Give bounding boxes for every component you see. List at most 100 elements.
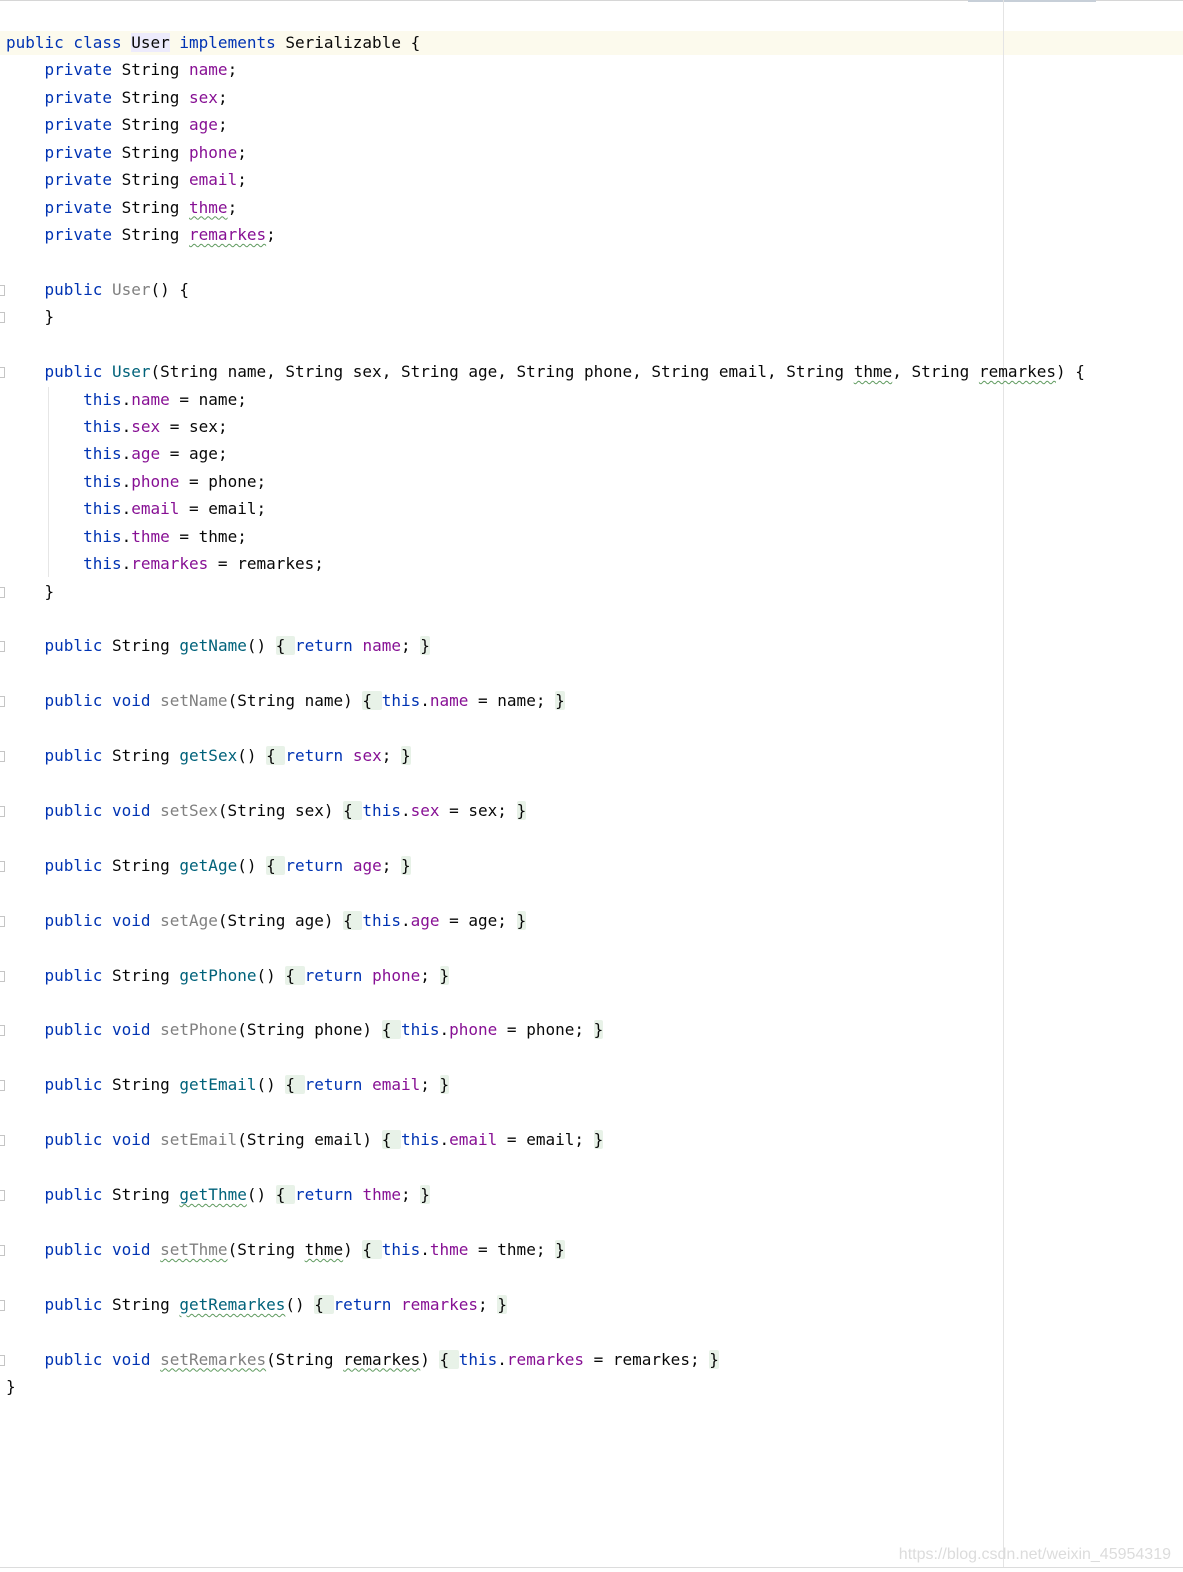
code-line[interactable]: public String getEmail() { return email;…: [6, 1073, 450, 1097]
code-token: .: [400, 801, 411, 821]
fold-marker-icon[interactable]: [0, 915, 5, 927]
code-line[interactable]: this.age = age;: [6, 442, 228, 466]
code-line[interactable]: private String age;: [6, 113, 228, 137]
code-line[interactable]: public void setRemarkes(String remarkes)…: [6, 1348, 719, 1372]
code-line[interactable]: this.thme = thme;: [6, 525, 247, 549]
code-token: String: [111, 1185, 180, 1205]
fold-marker-icon[interactable]: [0, 284, 5, 296]
code-token: ) {: [1056, 362, 1085, 382]
fold-marker-icon[interactable]: [0, 367, 5, 379]
code-line[interactable]: public String getThme() { return thme; }: [6, 1183, 430, 1207]
code-token: setPhone: [160, 1020, 238, 1040]
code-line[interactable]: public String getRemarkes() { return rem…: [6, 1293, 507, 1317]
code-line[interactable]: public void setSex(String sex) { this.se…: [6, 799, 527, 823]
code-line[interactable]: public String getName() { return name; }: [6, 634, 430, 658]
code-line[interactable]: public void setAge(String age) { this.ag…: [6, 909, 527, 933]
code-token: .: [420, 691, 430, 711]
code-line[interactable]: public class User implements Serializabl…: [6, 31, 420, 55]
code-token: thme: [362, 1185, 401, 1205]
code-line[interactable]: public void setName(String name) { this.…: [6, 689, 565, 713]
fold-marker-icon[interactable]: [0, 806, 5, 818]
code-token: remarkes: [343, 1349, 421, 1369]
code-token: getAge: [179, 855, 238, 875]
code-token: age: [352, 855, 382, 875]
code-token: getEmail: [179, 1075, 257, 1095]
code-token: }: [555, 1239, 565, 1259]
code-token: {: [439, 1349, 459, 1369]
code-token: (String: [227, 1239, 305, 1259]
code-token: = sex;: [160, 417, 228, 437]
code-line[interactable]: private String phone;: [6, 141, 247, 165]
fold-marker-icon[interactable]: [0, 1190, 5, 1202]
code-token: ): [420, 1349, 440, 1369]
code-token: String: [111, 1075, 180, 1095]
code-token: private: [6, 197, 122, 217]
fold-marker-icon[interactable]: [0, 860, 5, 872]
code-line[interactable]: private String remarkes;: [6, 223, 276, 247]
code-line[interactable]: }: [6, 305, 55, 329]
code-token: getSex: [179, 746, 238, 766]
code-token: thme: [853, 362, 893, 382]
code-token: setEmail: [160, 1130, 238, 1150]
fold-marker-icon[interactable]: [0, 751, 5, 763]
code-line[interactable]: this.email = email;: [6, 497, 266, 521]
code-editor[interactable]: public class User implements Serializabl…: [0, 0, 1183, 1572]
code-token: String: [111, 965, 180, 985]
code-line[interactable]: public void setEmail(String email) { thi…: [6, 1128, 604, 1152]
code-line[interactable]: private String name;: [6, 58, 238, 82]
code-token: this: [6, 499, 122, 519]
code-line[interactable]: this.name = name;: [6, 388, 247, 412]
code-line[interactable]: public String getAge() { return age; }: [6, 854, 411, 878]
code-token: age: [189, 115, 218, 135]
code-token: = remarkes;: [208, 554, 324, 574]
code-token: String: [121, 197, 190, 217]
code-line[interactable]: this.sex = sex;: [6, 415, 228, 439]
fold-marker-icon[interactable]: [0, 641, 5, 653]
code-token: = thme;: [468, 1239, 556, 1259]
code-line[interactable]: private String email;: [6, 168, 247, 192]
code-token: sex: [410, 801, 440, 821]
code-token: getRemarkes: [179, 1294, 286, 1314]
code-line[interactable]: this.phone = phone;: [6, 470, 266, 494]
code-line[interactable]: public User(String name, String sex, Str…: [6, 360, 1085, 384]
code-line[interactable]: public void setPhone(String phone) { thi…: [6, 1018, 604, 1042]
code-token: this: [381, 691, 421, 711]
code-token: {: [343, 910, 363, 930]
code-token: }: [400, 855, 411, 875]
code-line[interactable]: public String getPhone() { return phone;…: [6, 964, 450, 988]
code-token: User: [131, 33, 170, 52]
code-line[interactable]: private String thme;: [6, 196, 238, 220]
fold-marker-icon[interactable]: [0, 586, 5, 598]
code-token: thme: [189, 197, 228, 217]
fold-marker-icon[interactable]: [0, 1299, 5, 1311]
code-token: setSex: [160, 801, 218, 821]
code-line[interactable]: }: [6, 1375, 16, 1399]
code-token: (): [256, 965, 286, 985]
fold-marker-icon[interactable]: [0, 1244, 5, 1256]
code-token: = name;: [468, 691, 556, 711]
code-line[interactable]: public User() {: [6, 278, 190, 302]
fold-marker-icon[interactable]: [0, 1135, 5, 1147]
fold-marker-icon[interactable]: [0, 1025, 5, 1037]
code-line[interactable]: public String getSex() { return sex; }: [6, 744, 411, 768]
code-token: }: [497, 1294, 507, 1314]
code-token: User: [111, 279, 151, 299]
code-token: {: [362, 691, 382, 711]
code-token: name: [429, 691, 469, 711]
code-token: public void: [6, 1130, 161, 1150]
code-token: = phone;: [179, 471, 267, 491]
fold-marker-icon[interactable]: [0, 696, 5, 708]
code-line[interactable]: }: [6, 580, 55, 604]
fold-marker-icon[interactable]: [0, 1080, 5, 1092]
code-line[interactable]: private String sex;: [6, 86, 228, 110]
code-line[interactable]: this.remarkes = remarkes;: [6, 552, 324, 576]
code-line[interactable]: public void setThme(String thme) { this.…: [6, 1238, 565, 1262]
fold-marker-icon[interactable]: [0, 1354, 5, 1366]
code-token: , String: [892, 362, 979, 382]
code-token: .: [121, 526, 132, 546]
code-token: (): [237, 746, 267, 766]
code-token: (): [246, 1185, 276, 1205]
fold-marker-icon[interactable]: [0, 312, 5, 324]
code-token: phone: [131, 471, 180, 491]
fold-marker-icon[interactable]: [0, 970, 5, 982]
